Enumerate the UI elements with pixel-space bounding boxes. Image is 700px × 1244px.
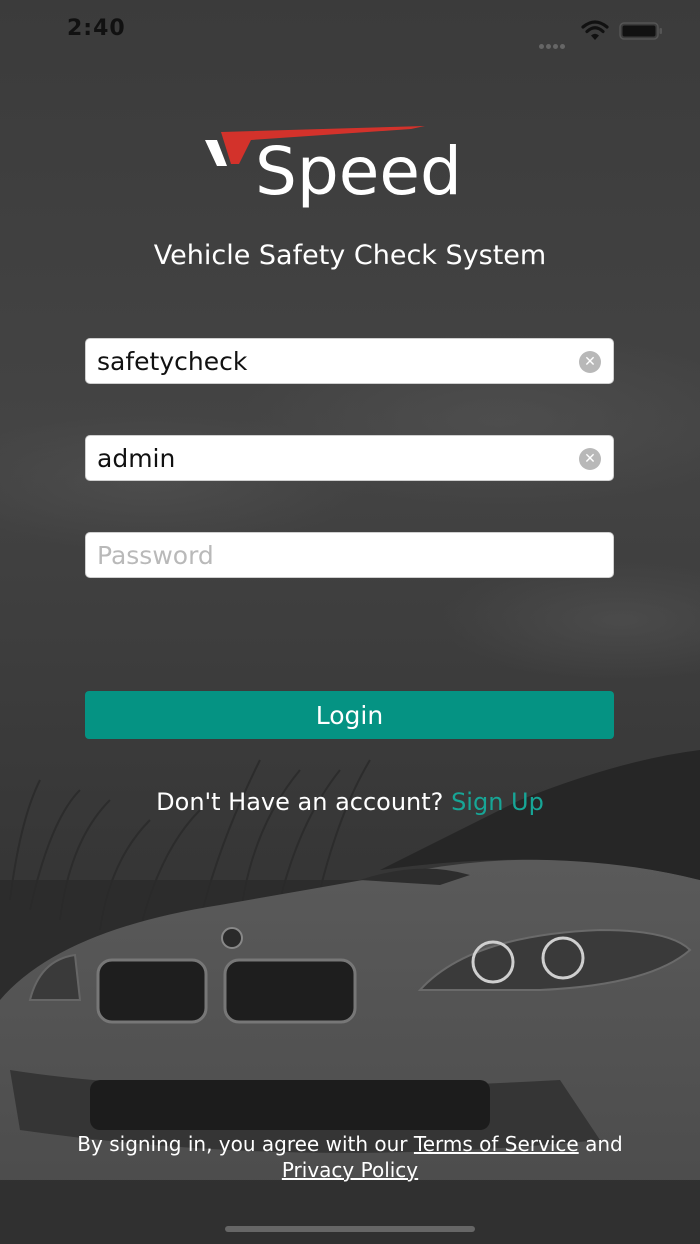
- terms-notice: By signing in, you agree with our Terms …: [0, 1131, 700, 1183]
- company-field[interactable]: ✕: [85, 435, 614, 481]
- password-field[interactable]: [85, 532, 614, 578]
- password-input[interactable]: [97, 533, 567, 577]
- clear-icon[interactable]: ✕: [579, 351, 601, 373]
- battery-icon: [619, 22, 662, 40]
- login-button[interactable]: Login: [85, 691, 614, 739]
- username-input[interactable]: [97, 339, 567, 383]
- terms-and: and: [585, 1132, 623, 1156]
- wifi-icon: [581, 20, 609, 40]
- cellular-signal-icon: [539, 34, 571, 49]
- company-input[interactable]: [97, 436, 567, 480]
- privacy-policy-link[interactable]: Privacy Policy: [282, 1158, 418, 1182]
- speed-logo: Speed: [205, 124, 500, 210]
- username-field[interactable]: ✕: [85, 338, 614, 384]
- terms-of-service-link[interactable]: Terms of Service: [414, 1132, 579, 1156]
- home-indicator: [225, 1226, 475, 1232]
- status-bar: 2:40: [0, 0, 700, 62]
- app-subtitle: Vehicle Safety Check System: [153, 240, 547, 271]
- clear-icon[interactable]: ✕: [579, 448, 601, 470]
- status-time: 2:40: [67, 16, 126, 41]
- terms-prefix: By signing in, you agree with our: [77, 1132, 408, 1156]
- sign-up-link[interactable]: Sign Up: [451, 788, 544, 816]
- signup-prompt: Don't Have an account?: [156, 788, 444, 816]
- logo-text: Speed: [255, 133, 462, 208]
- signup-prompt-line: Don't Have an account? Sign Up: [0, 788, 700, 816]
